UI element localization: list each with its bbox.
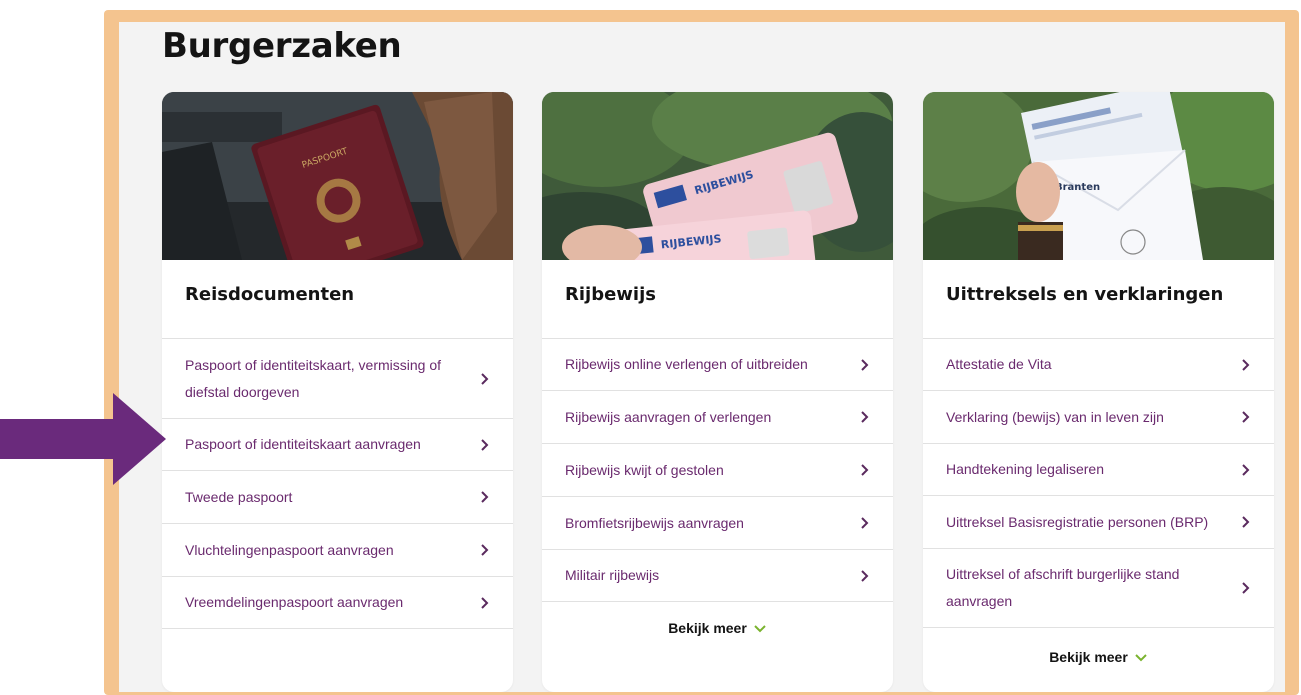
- chevron-right-icon: [861, 464, 869, 476]
- chevron-right-icon: [1242, 516, 1250, 528]
- card-reisdocumenten: PASPOORT Reisdocumenten Paspoort of iden…: [162, 92, 513, 692]
- link-paspoort-vermissing[interactable]: Paspoort of identiteitskaart, vermissing…: [162, 339, 513, 419]
- arrow-right-icon: [0, 393, 166, 485]
- chevron-right-icon: [481, 372, 489, 385]
- page-title: Burgerzaken: [162, 26, 402, 66]
- passport-image: PASPOORT: [162, 92, 513, 260]
- link-rijbewijs-online-verlengen[interactable]: Rijbewijs online verlengen of uitbreiden: [542, 339, 893, 391]
- link-list: Rijbewijs online verlengen of uitbreiden…: [542, 338, 893, 602]
- chevron-down-icon: [754, 625, 766, 633]
- card-title: Reisdocumenten: [185, 284, 355, 305]
- chevron-right-icon: [481, 438, 489, 451]
- link-rijbewijs-kwijt[interactable]: Rijbewijs kwijt of gestolen: [542, 444, 893, 497]
- chevron-right-icon: [1242, 411, 1250, 423]
- driving-license-image: RIJBEWIJS RIJBEWIJS: [542, 92, 893, 260]
- link-uittreksel-burgerlijke-stand[interactable]: Uittreksel of afschrift burgerlijke stan…: [923, 549, 1274, 628]
- card-title: Rijbewijs: [565, 284, 656, 305]
- link-tweede-paspoort[interactable]: Tweede paspoort: [162, 471, 513, 524]
- link-handtekening-legaliseren[interactable]: Handtekening legaliseren: [923, 444, 1274, 496]
- chevron-down-icon: [1135, 654, 1147, 662]
- chevron-right-icon: [1242, 463, 1250, 476]
- chevron-right-icon: [861, 517, 869, 529]
- chevron-right-icon: [481, 596, 489, 609]
- chevron-right-icon: [861, 358, 869, 371]
- link-rijbewijs-aanvragen[interactable]: Rijbewijs aanvragen of verlengen: [542, 391, 893, 444]
- card-title: Uittreksels en verklaringen: [946, 284, 1224, 305]
- chevron-right-icon: [481, 491, 489, 503]
- link-militair-rijbewijs[interactable]: Militair rijbewijs: [542, 550, 893, 602]
- link-list: Attestatie de Vita Verklaring (bewijs) v…: [923, 338, 1274, 628]
- chevron-right-icon: [1242, 582, 1250, 594]
- envelope-text: Branten: [1055, 182, 1100, 193]
- link-vreemdelingenpaspoort[interactable]: Vreemdelingenpaspoort aanvragen: [162, 577, 513, 629]
- link-verklaring-in-leven[interactable]: Verklaring (bewijs) van in leven zijn: [923, 391, 1274, 444]
- link-uittreksel-brp[interactable]: Uittreksel Basisregistratie personen (BR…: [923, 496, 1274, 549]
- chevron-right-icon: [861, 411, 869, 423]
- burgerzaken-section: Burgerzaken PASPOORT Reisdocumenten Pasp…: [119, 22, 1285, 692]
- link-bromfietsrijbewijs[interactable]: Bromfietsrijbewijs aanvragen: [542, 497, 893, 550]
- link-paspoort-aanvragen[interactable]: Paspoort of identiteitskaart aanvragen: [162, 419, 513, 471]
- chevron-right-icon: [481, 544, 489, 556]
- envelope-image: Branten: [923, 92, 1274, 260]
- bekijk-meer-button[interactable]: Bekijk meer: [542, 620, 893, 636]
- card-rijbewijs: RIJBEWIJS RIJBEWIJS Rijbewijs Rijbewijs …: [542, 92, 893, 692]
- link-list: Paspoort of identiteitskaart, vermissing…: [162, 338, 513, 629]
- link-attestatie-de-vita[interactable]: Attestatie de Vita: [923, 339, 1274, 391]
- chevron-right-icon: [1242, 358, 1250, 371]
- card-uittreksels: Branten Uittreksels en verklaringen Atte…: [923, 92, 1274, 692]
- bekijk-meer-button[interactable]: Bekijk meer: [923, 649, 1274, 665]
- chevron-right-icon: [861, 569, 869, 582]
- link-vluchtelingenpaspoort[interactable]: Vluchtelingenpaspoort aanvragen: [162, 524, 513, 577]
